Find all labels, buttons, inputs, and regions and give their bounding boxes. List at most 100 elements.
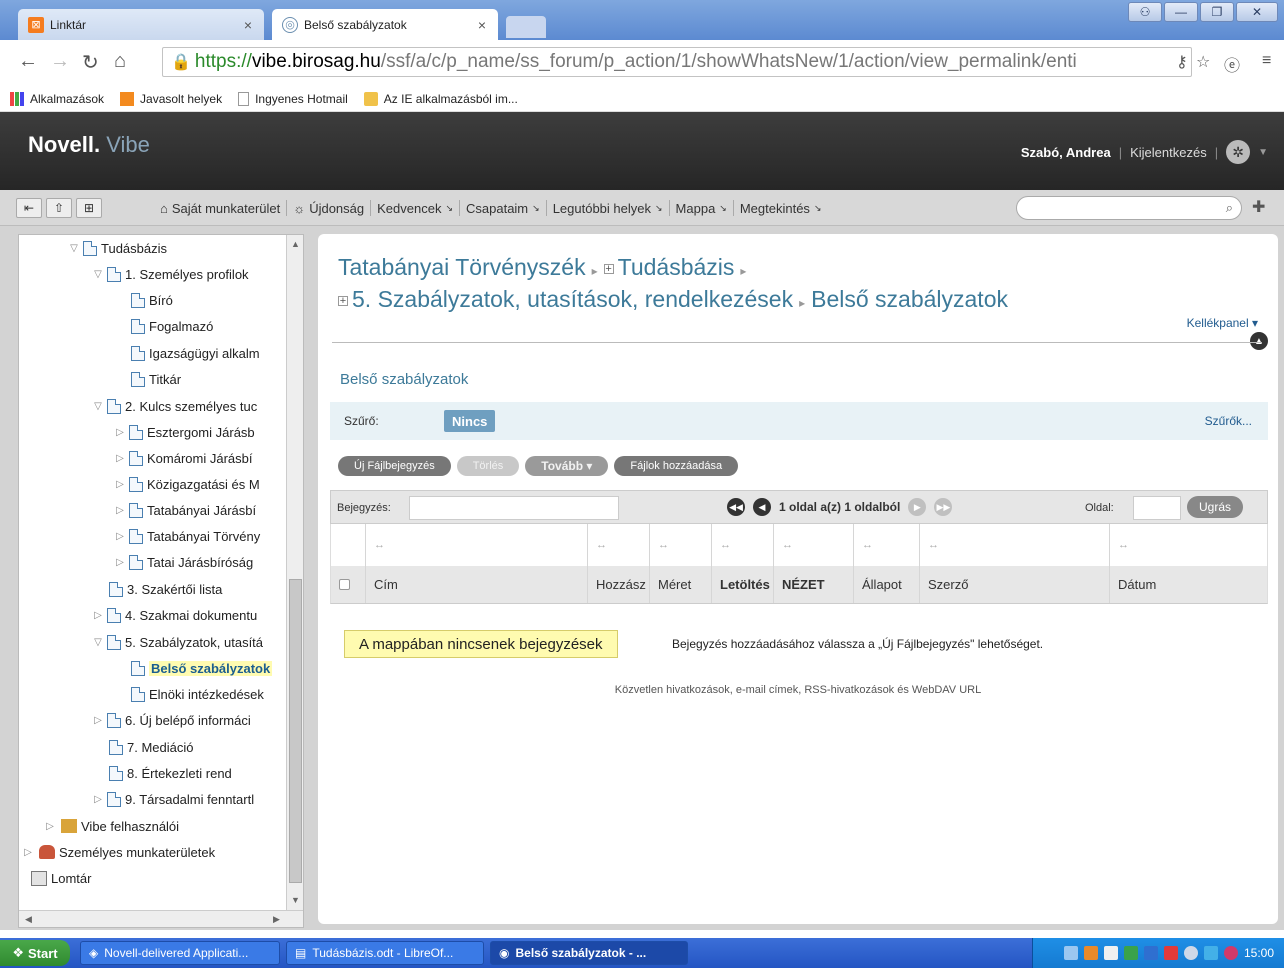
expanded-toggle-icon[interactable]: ▽ [91, 269, 105, 280]
go-button[interactable]: Ugrás [1187, 496, 1244, 518]
user-name[interactable]: Szabó, Andrea [1021, 145, 1111, 160]
collapsed-toggle-icon[interactable]: ▷ [91, 610, 105, 621]
maximize-icon[interactable]: ❐ [1200, 2, 1234, 22]
scroll-down-icon[interactable]: ▼ [291, 895, 300, 905]
expanded-toggle-icon[interactable]: ▽ [91, 401, 105, 412]
collapsed-toggle-icon[interactable]: ▷ [113, 557, 127, 568]
tree-item[interactable]: ▽ 1. Személyes profilok [91, 263, 249, 285]
menu-whats-new[interactable]: ☼ Újdonság [287, 200, 372, 216]
delete-button[interactable]: Törlés [456, 456, 520, 476]
bookmark-ie-import[interactable]: Az IE alkalmazásból im... [363, 91, 518, 106]
tree-item[interactable]: ▷ 6. Új belépő informáci [91, 709, 251, 731]
network-icon[interactable] [1063, 946, 1078, 960]
menu-view[interactable]: Megtekintés ↘ [734, 200, 828, 216]
security-icon[interactable] [1223, 946, 1238, 960]
tree-vertical-scrollbar[interactable]: ▲ ▼ [286, 235, 303, 911]
tree-item[interactable]: ▷ 9. Társadalmi fenntartl [91, 788, 254, 810]
column-header-download[interactable]: Letöltés [711, 566, 773, 603]
resize-handle-icon[interactable]: ↔ [1109, 524, 1267, 566]
tree-item[interactable]: ▷ Közigazgatási és M [113, 473, 260, 495]
tray-app-icon[interactable] [1183, 946, 1198, 960]
expand-icon[interactable]: + [603, 263, 614, 274]
tree-icon[interactable]: ⊞ [76, 198, 102, 218]
collapsed-toggle-icon[interactable]: ▷ [113, 505, 127, 516]
home-icon[interactable]: ⌂ [114, 50, 126, 73]
expanded-toggle-icon[interactable]: ▽ [91, 637, 105, 648]
tree-item[interactable]: Elnöki intézkedések [129, 683, 264, 705]
new-tab-button[interactable] [506, 16, 546, 38]
star-icon[interactable]: ☆ [1196, 52, 1210, 72]
resize-handle-icon[interactable]: ↔ [711, 524, 773, 566]
more-button[interactable]: Tovább ▾ [525, 456, 609, 476]
select-all-checkbox[interactable] [339, 579, 350, 590]
first-page-icon[interactable]: ◀◀ [727, 498, 745, 516]
tree-item[interactable]: ▽ Tudásbázis [67, 237, 167, 259]
collapsed-toggle-icon[interactable]: ▷ [43, 821, 57, 832]
menu-favorites[interactable]: Kedvencek ↘ [371, 200, 460, 216]
column-header-status[interactable]: Állapot [853, 566, 919, 603]
page-number-input[interactable] [1133, 496, 1181, 520]
resize-handle-icon[interactable]: ↔ [587, 524, 649, 566]
tree-item[interactable]: Igazságügyi alkalm [129, 342, 260, 364]
resize-handle-icon[interactable]: ↔ [853, 524, 919, 566]
taskbar-item-libreoffice[interactable]: ▤ Tudásbázis.odt - LibreOf... [286, 941, 484, 965]
ie-tab-icon[interactable]: ⓔ [1224, 52, 1240, 76]
close-window-icon[interactable]: ✕ [1236, 2, 1278, 22]
collapsed-toggle-icon[interactable]: ▷ [91, 794, 105, 805]
resize-handle-icon[interactable]: ↔ [365, 524, 587, 566]
search-input[interactable]: ⌕ [1016, 196, 1242, 220]
menu-my-workspace[interactable]: ⌂ Saját munkaterület [154, 200, 288, 216]
exit-icon[interactable]: ⇤ [16, 198, 42, 218]
tree-item[interactable]: 7. Mediáció [107, 736, 193, 758]
close-icon[interactable]: × [244, 17, 252, 33]
close-icon[interactable]: × [478, 17, 486, 33]
novell-vibe-logo[interactable]: Novell. Vibe [28, 132, 150, 158]
chevron-down-icon[interactable]: ▼ [1258, 147, 1268, 158]
tree-item[interactable]: 3. Szakértői lista [107, 578, 222, 600]
new-file-entry-button[interactable]: Új Fájlbejegyzés [338, 456, 451, 476]
tree-item[interactable]: Titkár [129, 368, 181, 390]
column-header-contributors[interactable]: Hozzász [587, 566, 649, 603]
expand-icon[interactable]: + [338, 295, 348, 306]
volume-icon[interactable] [1103, 946, 1118, 960]
menu-teams[interactable]: Csapataim ↘ [460, 200, 547, 216]
tree-item[interactable]: Lomtár [27, 867, 91, 889]
bookmark-hotmail[interactable]: Ingyenes Hotmail [238, 91, 348, 106]
add-icon[interactable]: ✚ [1252, 197, 1265, 217]
tray-app-icon[interactable] [1143, 946, 1158, 960]
permalinks-link[interactable]: Közvetlen hivatkozások, e-mail címek, RS… [318, 684, 1278, 696]
collapsed-toggle-icon[interactable]: ▷ [21, 847, 35, 858]
taskbar-item-novell[interactable]: ◈ Novell-delivered Applicati... [80, 941, 280, 965]
reload-icon[interactable]: ↻ [82, 50, 99, 75]
collapse-icon[interactable]: ▲ [1250, 332, 1268, 350]
column-header-size[interactable]: Méret [649, 566, 711, 603]
resize-handle-icon[interactable]: ↔ [773, 524, 853, 566]
column-header-view[interactable]: NÉZET [773, 566, 853, 603]
tree-item[interactable]: ▽ 5. Szabályzatok, utasítá [91, 631, 263, 653]
scroll-left-icon[interactable]: ◀ [25, 914, 32, 925]
collapsed-toggle-icon[interactable]: ▷ [113, 453, 127, 464]
collapsed-toggle-icon[interactable]: ▷ [113, 427, 127, 438]
tree-item[interactable]: ▷ Komáromi Járásbí [113, 447, 252, 469]
collapsed-toggle-icon[interactable]: ▷ [113, 479, 127, 490]
menu-icon[interactable]: ≡ [1262, 52, 1271, 70]
tree-item[interactable]: ▷ Személyes munkaterületek [21, 841, 215, 863]
tray-app-icon[interactable] [1083, 946, 1098, 960]
tree-item[interactable]: ▷ Tatabányai Járásbí [113, 499, 256, 521]
scroll-thumb[interactable] [289, 579, 302, 883]
tree-item[interactable]: ▷ Vibe felhasználói [43, 815, 179, 837]
last-page-icon[interactable]: ▶▶ [934, 498, 953, 516]
scroll-up-icon[interactable]: ▲ [291, 239, 300, 249]
tree-item[interactable]: Bíró [129, 289, 173, 311]
tree-item-selected[interactable]: Belső szabályzatok [129, 657, 273, 679]
tree-horizontal-scrollbar[interactable]: ◀ ▶ [19, 910, 303, 927]
resize-handle-icon[interactable]: ↔ [649, 524, 711, 566]
menu-recent[interactable]: Legutóbbi helyek ↘ [547, 200, 670, 216]
expanded-toggle-icon[interactable]: ▽ [67, 243, 81, 254]
tree-item[interactable]: ▷ Tatabányai Törvény [113, 525, 260, 547]
collapsed-toggle-icon[interactable]: ▷ [91, 715, 105, 726]
entry-input[interactable] [409, 496, 619, 520]
filters-link[interactable]: Szűrők... [1205, 414, 1252, 428]
gear-icon[interactable]: ✲ [1226, 140, 1251, 164]
tree-item[interactable]: ▽ 2. Kulcs személyes tuc [91, 395, 257, 417]
